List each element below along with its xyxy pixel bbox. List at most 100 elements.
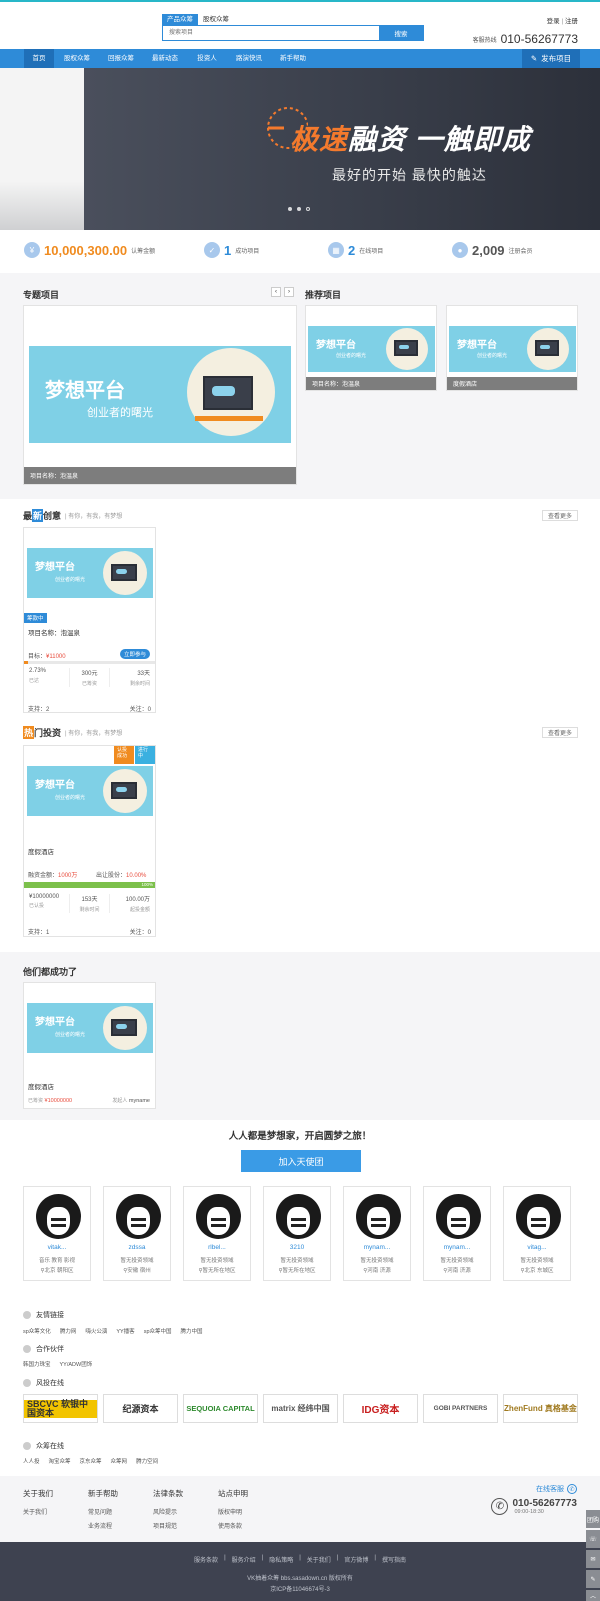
- crowd-link[interactable]: 京东众筹: [80, 1457, 102, 1465]
- bottom-link[interactable]: 关于我们: [307, 1555, 331, 1564]
- friend-link[interactable]: 腾力中国: [181, 1327, 203, 1335]
- team-member-card[interactable]: vitag... 暂无投资领域 ⚲北京 东城区: [503, 1186, 571, 1281]
- bottom-link[interactable]: 撰写指南: [382, 1555, 406, 1564]
- carousel-dot[interactable]: [297, 207, 301, 211]
- friend-link[interactable]: 腾力网: [60, 1327, 77, 1335]
- partner-link[interactable]: 韩国力珠宝: [23, 1360, 51, 1368]
- logo-zhenfund[interactable]: ZhenFund 真格基金: [503, 1394, 578, 1423]
- logo-idg[interactable]: IDG资本: [343, 1394, 418, 1423]
- friend-link[interactable]: YY播客: [116, 1327, 134, 1335]
- footer-link[interactable]: 风险提示: [153, 1507, 183, 1516]
- latest-card[interactable]: 梦想平台 创业者的曙光 筹款中 项目名称：泡温泉 目标：¥11000 立即参与 …: [23, 527, 156, 713]
- carousel-dot[interactable]: [288, 207, 292, 211]
- join-angel-button[interactable]: 加入天使团: [241, 1150, 361, 1172]
- publish-project-button[interactable]: ✎ 发布项目: [522, 49, 580, 68]
- featured-title: 专题项目: [23, 290, 60, 300]
- avatar: [116, 1194, 161, 1239]
- badge-ongoing: 进行中: [135, 746, 155, 764]
- bottom-link[interactable]: 服务条款: [194, 1555, 218, 1564]
- crowd-link[interactable]: 众筹网: [111, 1457, 128, 1465]
- side-group-buy[interactable]: 团购: [586, 1510, 600, 1528]
- recommend-card[interactable]: 梦想平台 创业者的曙光 项目名称：泡温泉: [305, 305, 437, 391]
- stat-success: ✓ 1 成功项目: [204, 242, 259, 258]
- member-name[interactable]: mynam...: [344, 1244, 410, 1251]
- member-name[interactable]: vitak...: [24, 1244, 90, 1251]
- member-location: ⚲河南 济源: [424, 1266, 490, 1274]
- crowd-link[interactable]: 腾力空间: [136, 1457, 158, 1465]
- logo-sbcvc[interactable]: SBCVC 软银中国资本: [23, 1394, 98, 1423]
- login-link[interactable]: 登录: [547, 18, 560, 25]
- side-edit-icon[interactable]: ✎: [586, 1570, 600, 1588]
- team-member-card[interactable]: mynam... 暂无投资领域 ⚲河南 济源: [423, 1186, 491, 1281]
- logo-gobi[interactable]: GOBI PARTNERS: [423, 1394, 498, 1423]
- team-member-card[interactable]: zdssa 暂无投资领域 ⚲安徽 宿州: [103, 1186, 171, 1281]
- friend-link[interactable]: sp众筹文化: [23, 1327, 51, 1335]
- search-button[interactable]: 搜索: [379, 26, 423, 40]
- bottom-link[interactable]: 隐私策略: [269, 1555, 293, 1564]
- online-service[interactable]: 在线客服 ✆: [536, 1484, 577, 1494]
- crowd-link[interactable]: 淘宝众筹: [49, 1457, 71, 1465]
- register-link[interactable]: 注册: [565, 18, 578, 25]
- member-field: 暂无投资领域: [200, 1258, 234, 1264]
- friend-link[interactable]: sp众筹中国: [144, 1327, 172, 1335]
- crowd-link[interactable]: 人人投: [23, 1457, 40, 1465]
- search-input[interactable]: [163, 26, 379, 40]
- nav-investors[interactable]: 投资人: [192, 49, 222, 68]
- friend-link[interactable]: 嗨火公演: [85, 1327, 107, 1335]
- footer-link[interactable]: 常见问题: [88, 1507, 118, 1516]
- prev-arrow-icon[interactable]: ‹: [271, 287, 281, 297]
- footer-link[interactable]: 项目规范: [153, 1521, 183, 1530]
- next-arrow-icon[interactable]: ›: [284, 287, 294, 297]
- back-to-top-icon[interactable]: ︿: [586, 1590, 600, 1601]
- team-member-card[interactable]: mynam... 暂无投资领域 ⚲河南 济源: [343, 1186, 411, 1281]
- nav-news[interactable]: 最新动态: [148, 49, 182, 68]
- logo-granite[interactable]: 纪源资本: [103, 1394, 178, 1423]
- nav-home[interactable]: 首页: [24, 49, 54, 68]
- bottom-link[interactable]: 服务介绍: [232, 1555, 256, 1564]
- member-field: 暂无投资领域: [440, 1258, 474, 1264]
- team-member-card[interactable]: vitak... 音乐 教育 影视 ⚲北京 朝阳区: [23, 1186, 91, 1281]
- member-name[interactable]: vitag...: [504, 1244, 570, 1251]
- progress-fill: [24, 661, 28, 664]
- handshake-icon: [23, 1345, 31, 1353]
- nav-equity[interactable]: 股权众筹: [60, 49, 94, 68]
- footer-link[interactable]: 版权申明: [218, 1507, 248, 1516]
- cell-label: 已筹资: [82, 681, 98, 687]
- featured-card[interactable]: 梦想平台 创业者的曙光 项目名称：泡温泉: [23, 305, 297, 485]
- member-field: 暂无投资领域: [520, 1258, 554, 1264]
- footer-link[interactable]: 业务流程: [88, 1521, 118, 1530]
- search-tab-product[interactable]: 产品众筹: [162, 14, 198, 25]
- latest-more-button[interactable]: 查看更多: [542, 510, 578, 521]
- join-button[interactable]: 立即参与: [120, 649, 151, 659]
- monitor-icon: [203, 376, 253, 410]
- team-member-card[interactable]: rlbel... 暂无投资领域 ⚲暂无所在地区: [183, 1186, 251, 1281]
- member-name[interactable]: 3210: [264, 1244, 330, 1251]
- hot-more-button[interactable]: 查看更多: [542, 727, 578, 738]
- logo-matrix[interactable]: matrix 经纬中国: [263, 1394, 338, 1423]
- member-name[interactable]: rlbel...: [184, 1244, 250, 1251]
- success-card[interactable]: 梦想平台 创业者的曙光 度假酒店 已筹资 ¥10000000 发起人 mynam…: [23, 982, 156, 1109]
- footer-link[interactable]: 使用条款: [218, 1521, 248, 1530]
- footer-link[interactable]: 关于我们: [23, 1507, 53, 1516]
- nav-reward[interactable]: 回报众筹: [104, 49, 138, 68]
- side-feedback-icon[interactable]: ✉: [586, 1550, 600, 1568]
- hot-card[interactable]: 认投成功 进行中 梦想平台 创业者的曙光 度假酒店 融资金额：1000万 出让股…: [23, 745, 156, 937]
- logo-text: 纪源资本: [122, 1404, 159, 1414]
- cell-value: 300元: [81, 671, 98, 677]
- dream-title: 梦想平台: [457, 340, 497, 351]
- member-name[interactable]: mynam...: [424, 1244, 490, 1251]
- support-count: 支持：1: [28, 930, 50, 936]
- side-consult-icon[interactable]: ☏: [586, 1530, 600, 1548]
- stats-bar: ¥ 10,000,300.00 认筹金额 ✓ 1 成功项目 ▦ 2 在线项目 ●…: [0, 230, 600, 273]
- member-location: ⚲暂无所在地区: [184, 1266, 250, 1274]
- carousel-dot-active[interactable]: [306, 207, 310, 211]
- bottom-link[interactable]: 官方微博: [344, 1555, 368, 1564]
- search-tab-equity[interactable]: 股权众筹: [198, 14, 234, 25]
- member-name[interactable]: zdssa: [104, 1244, 170, 1251]
- nav-help[interactable]: 新手帮助: [276, 49, 310, 68]
- team-member-card[interactable]: 3210 暂无投资领域 ⚲暂无所在地区: [263, 1186, 331, 1281]
- partner-link[interactable]: YY/ADW团饰: [60, 1360, 93, 1368]
- nav-roadshow[interactable]: 路演快讯: [232, 49, 266, 68]
- recommend-card[interactable]: 梦想平台 创业者的曙光 度假酒店: [446, 305, 578, 391]
- logo-sequoia[interactable]: SEQUOIA CAPITAL: [183, 1394, 258, 1423]
